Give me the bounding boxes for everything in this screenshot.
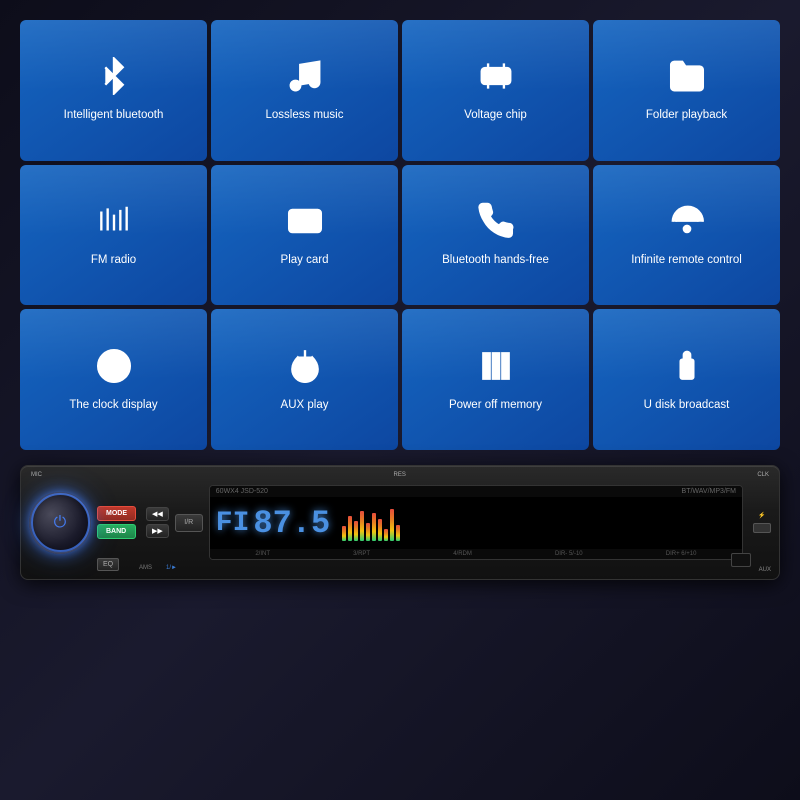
feature-label: Intelligent bluetooth (64, 108, 164, 123)
power-knob[interactable]: ⏻ (29, 492, 91, 554)
btn-2int: 2/INT (255, 551, 270, 557)
feature-play-card[interactable]: Play card (211, 165, 398, 306)
feature-u-disk-broadcast[interactable]: U disk broadcast (593, 309, 780, 450)
display-top-bar: 60WX4 JSD-520 BT/WAV/MP3/FM (210, 486, 742, 497)
feature-infinite-remote[interactable]: Infinite remote control (593, 165, 780, 306)
spectrum-bar (372, 513, 376, 541)
feature-aux-play[interactable]: AUX play (211, 309, 398, 450)
ams-label: AMS (139, 565, 152, 571)
bluetooth-icon (95, 57, 133, 100)
feature-label: AUX play (281, 398, 329, 413)
fi-text: FI (216, 508, 250, 539)
card-icon (286, 202, 324, 245)
display-main: FI 87.5 (210, 497, 742, 549)
ir-button[interactable]: I/R (175, 514, 203, 532)
feature-grid: Intelligent bluetooth Lossless music (20, 20, 780, 450)
feature-label: Folder playback (646, 108, 727, 123)
dir-minus: DIR- 5/-10 (555, 551, 583, 557)
feature-intelligent-bluetooth[interactable]: Intelligent bluetooth (20, 20, 207, 161)
spectrum-bar (396, 525, 400, 541)
frequency-display: 87.5 (253, 505, 330, 542)
spectrum-bar (384, 529, 388, 541)
main-container: Intelligent bluetooth Lossless music (0, 0, 800, 800)
res-label: RES (393, 472, 405, 478)
bt-label: BT/WAV/MP3/FM (682, 488, 736, 495)
feature-clock-display[interactable]: The clock display (20, 309, 207, 450)
feature-bluetooth-handsfree[interactable]: Bluetooth hands-free (402, 165, 589, 306)
feature-label: Play card (281, 253, 329, 268)
folder-icon (668, 57, 706, 100)
radio-display: 60WX4 JSD-520 BT/WAV/MP3/FM FI 87.5 (209, 485, 743, 560)
feature-label: The clock display (69, 398, 157, 413)
skip-back-button[interactable]: ◀◀ (146, 507, 169, 521)
play-label: 1/► (166, 565, 177, 571)
radio-icon (95, 202, 133, 245)
dir-plus: DIR+ 6/+10 (666, 551, 697, 557)
mode-button[interactable]: MODE (97, 506, 136, 521)
skip-buttons: ◀◀ ▶▶ (146, 507, 169, 538)
spectrum-bar (342, 526, 346, 541)
mic-label: MIC (31, 472, 42, 478)
model-label: 60WX4 JSD-520 (216, 488, 268, 495)
display-bottom-bar: 2/INT 3/RPT 4/RDM DIR- 5/-10 DIR+ 6/+10 (210, 549, 742, 559)
radio-device: MIC RES CLK ⏻ MODE BAND ◀◀ ▶▶ I/R (20, 465, 780, 580)
power-icon: ⏻ (54, 514, 67, 532)
aux-icon (286, 347, 324, 390)
feature-label: Bluetooth hands-free (442, 253, 549, 268)
feature-label: FM radio (91, 253, 136, 268)
btn-4rdm: 4/RDM (453, 551, 472, 557)
feature-voltage-chip[interactable]: Voltage chip (402, 20, 589, 161)
feature-label: Voltage chip (464, 108, 527, 123)
feature-label: Lossless music (266, 108, 344, 123)
feature-label: Power off memory (449, 398, 542, 413)
spectrum-bar (360, 511, 364, 541)
radio-left-controls: ⏻ MODE BAND ◀◀ ▶▶ I/R (29, 492, 203, 554)
mode-band-buttons: MODE BAND (97, 506, 136, 539)
feature-lossless-music[interactable]: Lossless music (211, 20, 398, 161)
feature-power-off-memory[interactable]: Power off memory (402, 309, 589, 450)
card-slot[interactable] (731, 553, 751, 567)
spectrum-bar (390, 509, 394, 541)
eq-button[interactable]: EQ (97, 558, 119, 571)
spectrum-bar (354, 521, 358, 541)
spectrum-bar (366, 523, 370, 541)
skip-fwd-button[interactable]: ▶▶ (146, 524, 169, 538)
top-labels: MIC RES CLK (31, 472, 769, 478)
clk-label: CLK (757, 472, 769, 478)
btn-3rpt: 3/RPT (353, 551, 370, 557)
spectrum-bars (342, 506, 400, 541)
spectrum-bar (348, 516, 352, 541)
usb-label: ⚡ (758, 512, 765, 519)
clock-icon (95, 347, 133, 390)
spectrum-bar (378, 519, 382, 541)
feature-folder-playback[interactable]: Folder playback (593, 20, 780, 161)
radio-right-controls: ⚡ (753, 512, 771, 533)
aux-label: AUX (759, 567, 771, 573)
handsfree-icon (477, 202, 515, 245)
feature-fm-radio[interactable]: FM radio (20, 165, 207, 306)
feature-label: U disk broadcast (644, 398, 730, 413)
udisk-icon (668, 347, 706, 390)
band-button[interactable]: BAND (97, 524, 136, 539)
voltage-icon (477, 57, 515, 100)
usb-slot[interactable] (753, 523, 771, 533)
remote-icon (668, 202, 706, 245)
memory-icon (477, 347, 515, 390)
feature-label: Infinite remote control (631, 253, 742, 268)
music-icon (286, 57, 324, 100)
